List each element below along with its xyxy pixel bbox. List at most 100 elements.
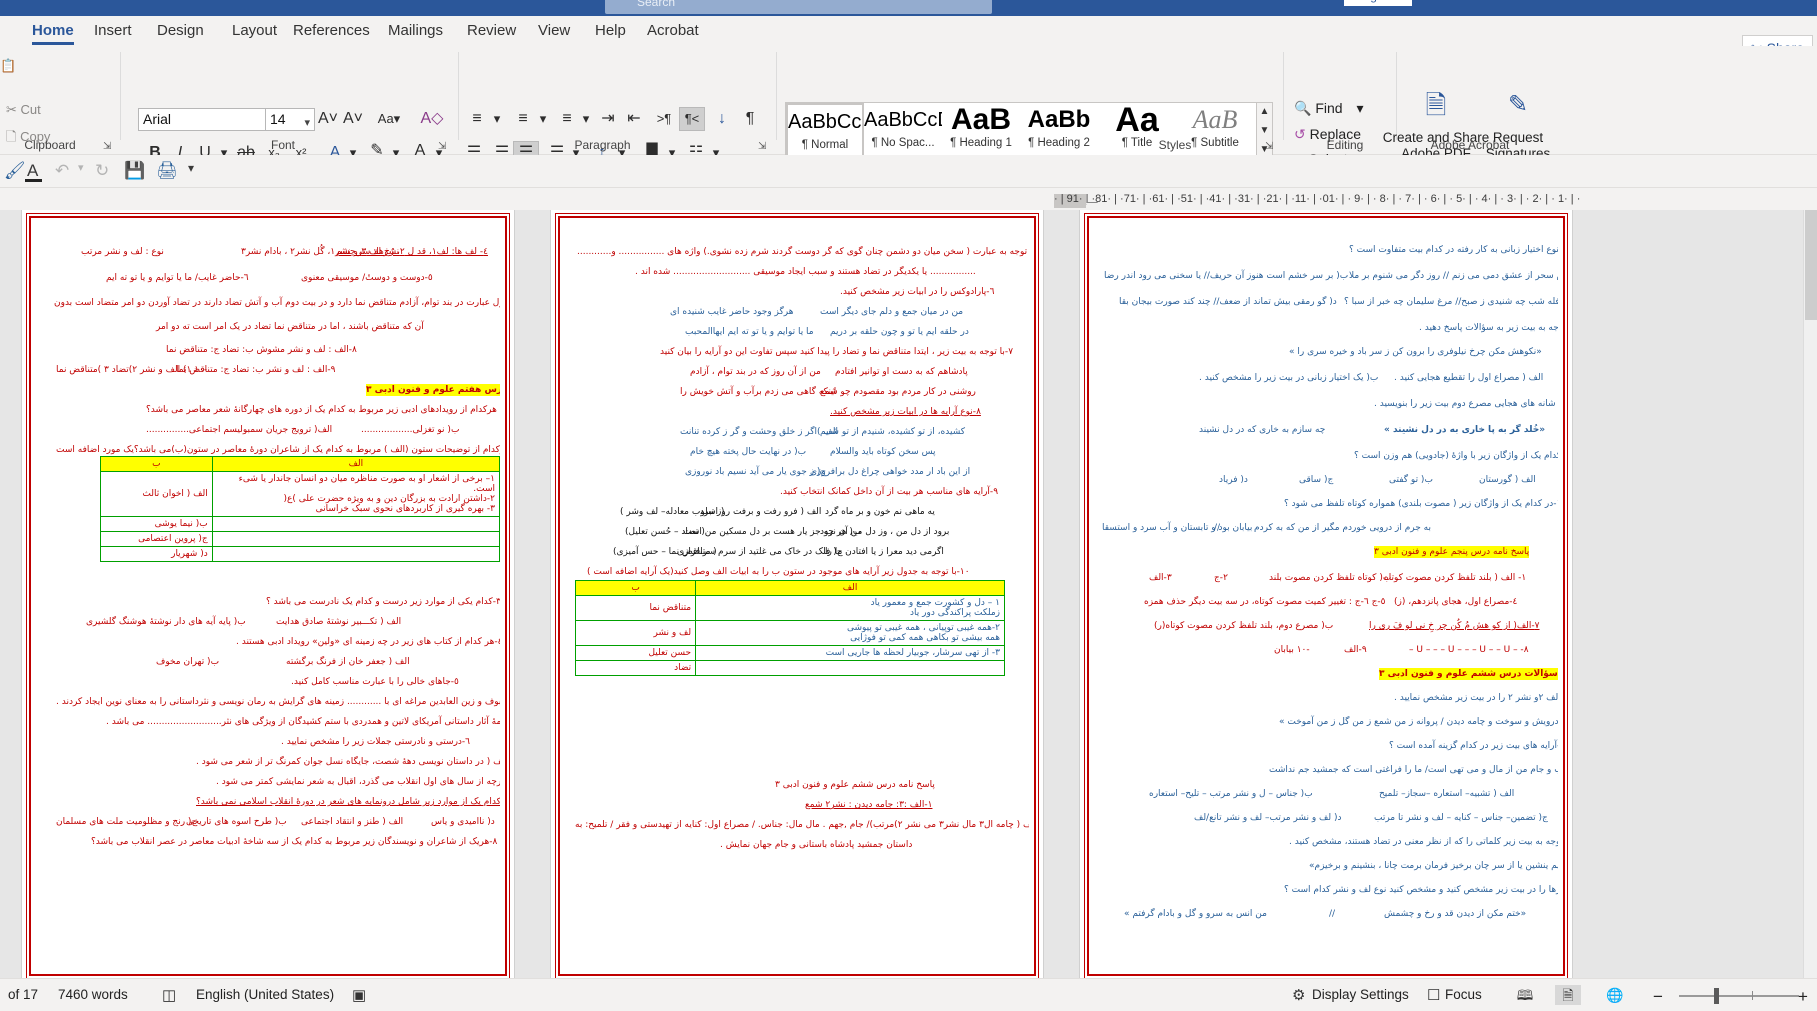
table-cell-a[interactable]: ١– برخی از اشعار او به صورت مناظره میان …	[212, 472, 499, 517]
focus-button[interactable]: Focus	[1445, 987, 1482, 1002]
table-cell-b[interactable]: متناقض نما	[576, 596, 696, 621]
request-signatures-icon[interactable]: ✎	[1500, 94, 1536, 116]
font-dialog-launcher[interactable]: ⇲	[438, 141, 446, 152]
bullets-icon[interactable]: ≡	[464, 108, 490, 130]
read-mode-icon[interactable]: 🕮	[1512, 985, 1538, 1005]
print-layout-icon[interactable]: 🗎	[1555, 985, 1581, 1005]
page-text-area[interactable]: ٤- لف ها: لف١، قد ل ٢، رُخ لف ٣، چشمنشره…	[36, 224, 500, 970]
tab-insert[interactable]: Insert	[86, 18, 140, 46]
grow-font-icon[interactable]: A˅	[317, 108, 339, 130]
horizontal-ruler[interactable]: · | 91· | ·81· | ·71· | ·61· | ·51· | ·4…	[1054, 193, 1554, 209]
undo-icon[interactable]: ↶	[55, 161, 69, 181]
font-name-combobox[interactable]: Arial ▾	[138, 108, 277, 131]
search-box[interactable]: Search	[605, 0, 992, 14]
multilevel-list-icon[interactable]: ≡	[554, 108, 580, 130]
language-indicator[interactable]: English (United States)	[196, 987, 334, 1002]
table-cell-a[interactable]	[696, 661, 1005, 676]
table-cell-a[interactable]: ٣- از تهی سرشار، جوبیار لحظه ها جاریی اس…	[696, 646, 1005, 661]
multilevel-dropdown-icon[interactable]: ▾	[578, 108, 594, 130]
table-cell-a[interactable]	[212, 517, 499, 532]
zoom-slider-track[interactable]	[1679, 995, 1799, 997]
tab-layout[interactable]: Layout	[224, 18, 285, 46]
numbering-icon[interactable]: ≡	[510, 108, 536, 130]
create-share-pdf-icon[interactable]: 🗎	[1418, 94, 1454, 116]
tab-mailings[interactable]: Mailings	[380, 18, 451, 46]
document-page-middle[interactable]: ٥-با توجه به عبارت ( سخن میان دو دشمن چن…	[551, 210, 1043, 978]
customize-qat-icon[interactable]: ▾	[188, 161, 194, 175]
tab-view[interactable]: View	[530, 18, 578, 46]
print-preview-icon[interactable]: 🖨	[156, 161, 178, 181]
minimize-icon[interactable]: □	[1556, 0, 1564, 1]
paragraph-dialog-launcher[interactable]: ⇲	[758, 141, 766, 152]
table-row[interactable]: ١ – دل و کشورت جمع و معمور یادزملکت پراک…	[576, 596, 1005, 621]
ltr-text-direction-icon[interactable]: >¶	[652, 108, 676, 130]
table-cell-b[interactable]: لف و نشر	[576, 621, 696, 646]
gallery-down-icon[interactable]: ▼	[1257, 122, 1272, 140]
table-row[interactable]: ج( پروین اعتصامی	[101, 532, 500, 547]
display-settings-button[interactable]: Display Settings	[1312, 987, 1409, 1002]
tab-help[interactable]: Help	[587, 18, 634, 46]
bullets-dropdown-icon[interactable]: ▾	[489, 108, 505, 130]
change-case-icon[interactable]: Aa▾	[374, 108, 404, 130]
table-row[interactable]: ٢-همه غیبی توپیانی ، همه غیبی تو پیوشیهم…	[576, 621, 1005, 646]
table-cell-a[interactable]: ٢-همه غیبی توپیانی ، همه غیبی تو پیوشیهم…	[696, 621, 1005, 646]
style-no-spacing[interactable]: AaBbCcD ¶ No Spac...	[864, 103, 942, 159]
redo-icon[interactable]: ↻	[95, 161, 109, 181]
styles-dialog-launcher[interactable]: ⇲	[1265, 141, 1273, 152]
focus-icon[interactable]: ☐	[1427, 986, 1440, 1004]
sign-in-button[interactable]: Sign in	[1344, 0, 1412, 6]
word-count[interactable]: 7460 words	[58, 987, 128, 1002]
zoom-slider-thumb[interactable]	[1714, 988, 1719, 1004]
display-settings-icon[interactable]: ⚙	[1292, 986, 1305, 1004]
clear-formatting-icon[interactable]: A◇	[420, 108, 444, 130]
undo-dropdown-icon[interactable]: ▾	[78, 161, 84, 174]
table-cell-a[interactable]	[212, 547, 499, 562]
table-row[interactable]: ٣- از تهی سرشار، جوبیار لحظه ها جاریی اس…	[576, 646, 1005, 661]
font-color-icon[interactable]: A	[27, 161, 38, 181]
tab-references[interactable]: References	[285, 18, 378, 46]
tab-acrobat[interactable]: Acrobat	[639, 18, 707, 46]
paste-icon[interactable]: 📋	[0, 58, 16, 74]
increase-indent-icon[interactable]: ⇤	[622, 108, 646, 130]
table-row[interactable]: د( شهریار	[101, 547, 500, 562]
table-cell-a[interactable]	[212, 532, 499, 547]
numbering-dropdown-icon[interactable]: ▾	[535, 108, 551, 130]
scrollbar-thumb[interactable]	[1805, 210, 1817, 320]
decrease-indent-icon[interactable]: ⇥	[596, 108, 620, 130]
style-heading-1[interactable]: AaB ¶ Heading 1	[942, 103, 1020, 159]
style-heading-2[interactable]: AaBb ¶ Heading 2	[1020, 103, 1098, 159]
accessibility-icon[interactable]: ▣	[352, 986, 366, 1004]
find-button[interactable]: 🔍 Find ▾	[1294, 100, 1363, 117]
tab-design[interactable]: Design	[149, 18, 212, 46]
document-canvas[interactable]: ٤- لف ها: لف١، قد ل ٢، رُخ لف ٣، چشمنشره…	[0, 210, 1817, 978]
table-cell-a[interactable]: ١ – دل و کشورت جمع و معمور یادزملکت پراک…	[696, 596, 1005, 621]
shrink-font-icon[interactable]: A˅	[342, 108, 364, 130]
table-cell-b[interactable]: تضاد	[576, 661, 696, 676]
page-text-area[interactable]: ٥-با توجه به عبارت ( سخن میان دو دشمن چن…	[565, 224, 1029, 970]
cut-button[interactable]: ✂ Cut	[6, 102, 41, 118]
ribbon-display-options-icon[interactable]: ☐	[1434, 0, 1446, 2]
font-size-combobox[interactable]: 14 ▾	[265, 108, 315, 131]
tab-review[interactable]: Review	[459, 18, 524, 46]
table-row[interactable]: ب( نیما یوشی	[101, 517, 500, 532]
show-formatting-marks-icon[interactable]: ¶	[740, 108, 760, 130]
tab-home[interactable]: Home	[24, 18, 82, 46]
table-cell-b[interactable]: الف ( اخوان ثالث	[101, 472, 213, 517]
page-number-indicator[interactable]: of 17	[8, 987, 38, 1002]
proofing-errors-icon[interactable]: ◫	[162, 986, 176, 1004]
find-dropdown-icon[interactable]: ▾	[1356, 100, 1363, 116]
document-page-right[interactable]: ٦-نوع اختیار زبانی به کار رفته در کدام ب…	[1080, 210, 1572, 978]
table-row[interactable]: ١– برخی از اشعار او به صورت مناظره میان …	[101, 472, 500, 517]
document-page-left[interactable]: ٤- لف ها: لف١، قد ل ٢، رُخ لف ٣، چشمنشره…	[22, 210, 514, 978]
clipboard-dialog-launcher[interactable]: ⇲	[103, 141, 111, 152]
sort-icon[interactable]: ↓	[711, 108, 733, 130]
style-normal[interactable]: AaBbCcD ¶ Normal	[786, 103, 864, 159]
zoom-in-button[interactable]: +	[1798, 987, 1808, 1007]
document-table[interactable]: الفب١ – دل و کشورت جمع و معمور یادزملکت …	[575, 580, 1005, 676]
document-table[interactable]: الفب١– برخی از اشعار او به صورت مناظره م…	[100, 456, 500, 562]
table-cell-b[interactable]: ج( پروین اعتصامی	[101, 532, 213, 547]
zoom-out-button[interactable]: −	[1653, 987, 1663, 1007]
table-cell-b[interactable]: حسن تعلیل	[576, 646, 696, 661]
table-cell-b[interactable]: ب( نیما یوشی	[101, 517, 213, 532]
vertical-scrollbar[interactable]	[1803, 210, 1817, 978]
